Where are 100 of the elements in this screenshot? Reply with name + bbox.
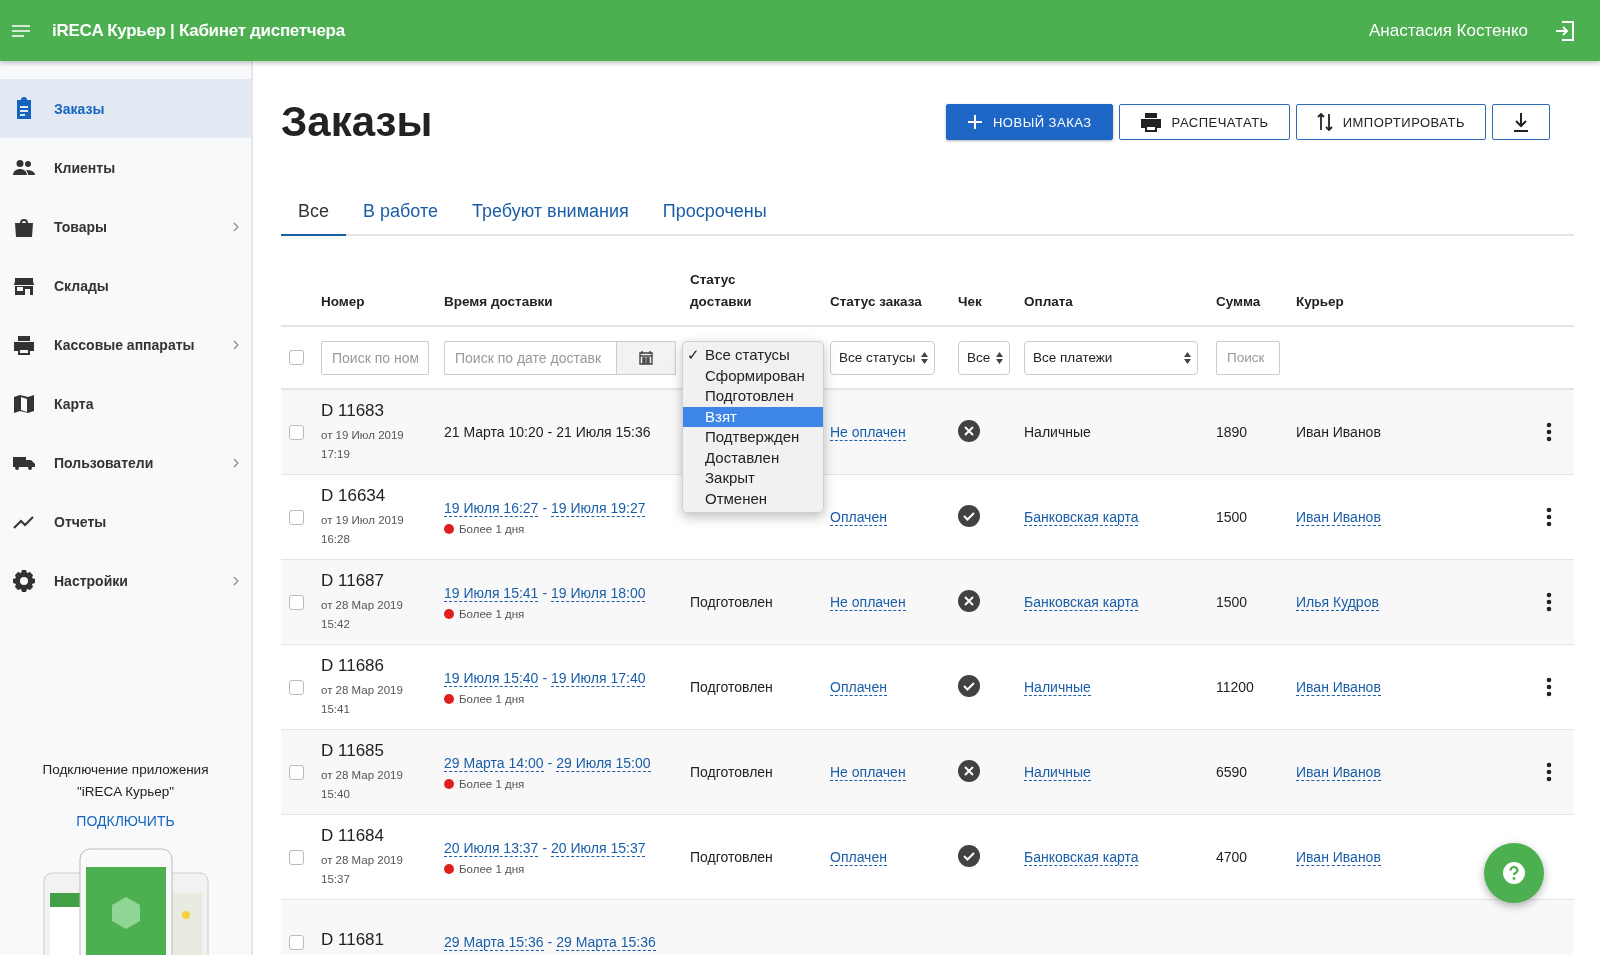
column-header: Статус доставки <box>690 271 753 311</box>
courier-link[interactable]: Илья Кудров <box>1296 594 1379 611</box>
order-status-link[interactable]: Оплачен <box>830 849 887 866</box>
time-link[interactable]: 29 Марта 15:36 <box>556 933 656 951</box>
date-search-field[interactable]: Поиск по дате доставк <box>444 340 616 375</box>
payment-select[interactable]: Все платежи <box>1024 340 1198 375</box>
order-sum: 6590 <box>1216 764 1248 780</box>
payment-link[interactable]: Банковская карта <box>1024 509 1139 526</box>
sidebar-item[interactable]: Отчеты <box>0 492 251 551</box>
courier-link[interactable]: Иван Иванов <box>1296 679 1381 696</box>
calendar-icon <box>639 350 653 365</box>
overdue-label: Более 1 дня <box>459 777 525 790</box>
printer-icon <box>1139 112 1162 132</box>
more-icon[interactable] <box>1546 592 1552 612</box>
order-sum: 11200 <box>1216 679 1254 695</box>
column-header: Номер <box>321 293 366 311</box>
sort-icon <box>1184 351 1191 364</box>
sidebar-item[interactable]: Кассовые аппараты <box>0 315 251 374</box>
action-button[interactable]: ИМПОРТИРОВАТЬ <box>1295 104 1486 140</box>
created-time: 15:42 <box>321 616 351 632</box>
dropdown-option[interactable]: Сформирован <box>683 365 823 386</box>
action-button[interactable]: РАСПЕЧАТАТЬ <box>1118 104 1290 140</box>
payment-link[interactable]: Наличные <box>1024 679 1091 696</box>
download-button[interactable] <box>1492 104 1550 140</box>
row-checkbox[interactable] <box>289 424 304 440</box>
created-time: 15:40 <box>321 786 351 802</box>
payment-link[interactable]: Наличные <box>1024 764 1091 781</box>
time-link[interactable]: 19 Июля 15:40 <box>444 669 539 687</box>
created-time: 17:19 <box>321 446 351 462</box>
time-separator: - <box>542 839 548 857</box>
order-status-link[interactable]: Оплачен <box>830 679 887 696</box>
time-separator: - <box>542 669 548 687</box>
time-link[interactable]: 29 Марта 14:00 <box>444 754 544 772</box>
sidebar-item[interactable]: Клиенты <box>0 138 251 197</box>
sidebar-item[interactable]: Товары <box>0 197 251 256</box>
column-header: Время доставки <box>444 293 554 311</box>
sidebar-item[interactable]: Карта <box>0 374 251 433</box>
select-all-checkbox[interactable] <box>289 350 304 365</box>
time-link[interactable]: 20 Июля 13:37 <box>444 839 539 857</box>
row-checkbox[interactable] <box>289 509 304 525</box>
row-checkbox[interactable] <box>289 594 304 610</box>
order-status-link[interactable]: Оплачен <box>830 509 887 526</box>
more-icon[interactable] <box>1546 507 1552 527</box>
number-search-field[interactable]: Поиск по ном <box>321 340 429 375</box>
order-status-select[interactable]: Все статусы <box>830 340 936 375</box>
calendar-button[interactable] <box>616 340 676 375</box>
order-status-link[interactable]: Не оплачен <box>830 594 906 611</box>
action-button[interactable]: НОВЫЙ ЗАКАЗ <box>945 104 1113 140</box>
more-icon[interactable] <box>1546 677 1552 697</box>
row-checkbox[interactable] <box>289 849 304 865</box>
sidebar-item[interactable]: Пользователи <box>0 433 251 492</box>
tab[interactable]: В работе <box>346 183 456 236</box>
help-button[interactable] <box>1484 843 1544 903</box>
row-checkbox[interactable] <box>289 764 304 780</box>
tab[interactable]: Все <box>281 183 347 236</box>
created-date: от 28 Мар 2019 <box>321 682 404 698</box>
courier-link[interactable]: Иван Иванов <box>1296 849 1381 866</box>
row-checkbox[interactable] <box>289 679 304 695</box>
dropdown-option[interactable]: Подготовлен <box>683 386 823 407</box>
check-select[interactable]: Все <box>958 340 1011 375</box>
sidebar-item[interactable]: Настройки <box>0 551 251 610</box>
more-icon[interactable] <box>1546 422 1552 442</box>
column-header: Статус заказа <box>830 293 923 311</box>
courier-link[interactable]: Иван Иванов <box>1296 509 1381 526</box>
payment-link[interactable]: Банковская карта <box>1024 849 1139 866</box>
sidebar-item[interactable]: Заказы <box>0 79 251 138</box>
sort-icon <box>996 351 1004 364</box>
time-link[interactable]: 19 Июля 17:40 <box>551 669 646 687</box>
time-link[interactable]: 20 Июля 15:37 <box>551 839 646 857</box>
sidebar-item[interactable]: Склады <box>0 256 251 315</box>
connect-link[interactable]: ПОДКЛЮЧИТЬ <box>76 813 175 829</box>
dropdown-option[interactable]: ✓ Все статусы <box>683 345 823 366</box>
tab[interactable]: Просрочены <box>645 183 784 236</box>
time-link[interactable]: 29 Июля 15:00 <box>556 754 651 772</box>
menu-icon[interactable] <box>12 24 30 37</box>
more-icon[interactable] <box>1546 762 1552 782</box>
time-link[interactable]: 19 Июля 16:27 <box>444 499 539 517</box>
dropdown-option[interactable]: Доставлен <box>683 447 823 468</box>
time-link[interactable]: 19 Июля 19:27 <box>551 499 646 517</box>
order-status-link[interactable]: Не оплачен <box>830 424 906 441</box>
order-number: D 11687 <box>321 570 385 591</box>
dropdown-option[interactable]: Подтвержден <box>683 427 823 448</box>
logout-icon[interactable] <box>1554 19 1576 42</box>
time-link[interactable]: 19 Июля 18:00 <box>551 584 646 602</box>
order-status-link[interactable]: Не оплачен <box>830 764 906 781</box>
created-date: от 19 Июл 2019 <box>321 427 405 443</box>
dropdown-option[interactable]: Закрыт <box>683 468 823 489</box>
time-link[interactable]: 29 Марта 15:36 <box>444 933 544 951</box>
courier-link[interactable]: Иван Иванов <box>1296 764 1381 781</box>
delivery-status: Подготовлен <box>690 594 773 610</box>
row-checkbox[interactable] <box>289 934 304 950</box>
overdue-label: Более 1 дня <box>459 522 525 535</box>
order-sum: 1500 <box>1216 509 1248 525</box>
dropdown-option[interactable]: Взят <box>683 406 823 427</box>
sum-search-field[interactable]: Поиск <box>1216 340 1280 375</box>
dropdown-option[interactable]: Отменен <box>683 488 823 509</box>
payment-link[interactable]: Банковская карта <box>1024 594 1139 611</box>
time-separator: - <box>547 754 553 772</box>
time-link[interactable]: 19 Июля 15:41 <box>444 584 539 602</box>
tab[interactable]: Требуют внимания <box>455 183 646 236</box>
